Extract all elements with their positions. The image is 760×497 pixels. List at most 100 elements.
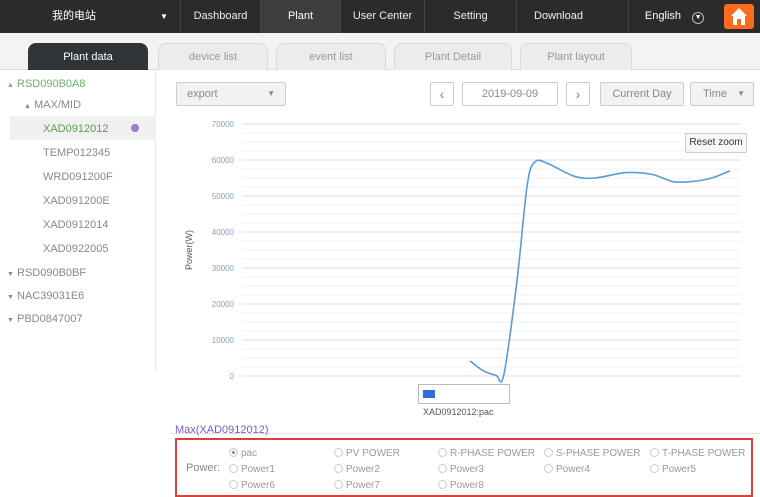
chevron-down-icon: ▼	[737, 89, 745, 98]
tree-device-xad0912012[interactable]: XAD0912012	[43, 123, 108, 135]
export-select[interactable]: export ▼	[176, 82, 286, 106]
prev-day-button[interactable]: ‹	[430, 82, 454, 106]
radio-circle	[438, 448, 447, 457]
menu-download[interactable]: Download	[516, 0, 600, 33]
power-label: Power:	[186, 462, 221, 474]
time-label: Time	[703, 88, 728, 100]
power-line-chart[interactable]: 0 10000 20000 30000 40000 50000 60000 70000 Powe…	[170, 112, 750, 412]
radio-r-phase-power[interactable]: R-PHASE POWER	[438, 448, 535, 459]
radio-label: Power7	[346, 480, 380, 491]
radio-circle	[334, 464, 343, 473]
selected-device-dot	[131, 124, 139, 132]
tree-group-max-mid[interactable]: ▲ MAX/MID	[24, 99, 81, 111]
radio-power3[interactable]: Power3	[438, 464, 484, 475]
radio-power7[interactable]: Power7	[334, 480, 380, 491]
language-label: English	[644, 10, 681, 22]
y-tick-label: 10000	[212, 336, 235, 345]
tree-device-temp012345[interactable]: TEMP012345	[43, 147, 110, 159]
tree-root-label: RSD090B0A8	[17, 78, 86, 90]
radio-label: Power5	[662, 464, 696, 475]
radio-circle	[334, 480, 343, 489]
radio-label: Power2	[346, 464, 380, 475]
radio-t-phase-power[interactable]: T-PHASE POWER	[650, 448, 745, 459]
radio-circle	[438, 480, 447, 489]
tree-device-wrd091200f[interactable]: WRD091200F	[43, 171, 113, 183]
radio-label: T-PHASE POWER	[662, 448, 746, 459]
radio-power8[interactable]: Power8	[438, 480, 484, 491]
tree-node-label: RSD090B0BF	[17, 267, 87, 279]
chevron-right-icon: ›	[575, 86, 581, 102]
current-day-button[interactable]: Current Day	[600, 82, 684, 106]
tree-root-rsd090b0a8[interactable]: ▲ RSD090B0A8	[7, 78, 86, 90]
radio-label: Power8	[450, 480, 484, 491]
chart-legend[interactable]: XAD0912012:pac	[418, 384, 510, 417]
tab-plant-data[interactable]: Plant data	[28, 43, 148, 70]
radio-label: Power6	[241, 480, 275, 491]
radio-label: Power1	[241, 464, 275, 475]
tab-event-list[interactable]: event list	[276, 43, 386, 70]
radio-power2[interactable]: Power2	[334, 464, 380, 475]
chevron-down-icon: ▼	[267, 89, 275, 98]
radio-label: R-PHASE POWER	[450, 448, 536, 459]
radio-circle	[229, 480, 238, 489]
radio-circle	[438, 464, 447, 473]
menu-plant[interactable]: Plant	[260, 0, 340, 33]
radio-label: Power4	[556, 464, 590, 475]
y-tick-label: 30000	[212, 264, 235, 273]
reset-zoom-button[interactable]: Reset zoom	[685, 133, 747, 153]
radio-label: pac	[241, 448, 258, 459]
tree-node-nac39031e6[interactable]: ▼ NAC39031E6	[7, 290, 84, 302]
y-tick-label: 70000	[212, 120, 235, 129]
radio-circle	[229, 448, 238, 457]
radio-pac[interactable]: pac	[229, 448, 257, 459]
date-input[interactable]: 2019-09-09	[462, 82, 558, 106]
radio-power1[interactable]: Power1	[229, 464, 275, 475]
radio-circle	[544, 448, 553, 457]
radio-circle	[229, 464, 238, 473]
tree-node-label: NAC39031E6	[17, 290, 85, 302]
radio-circle	[334, 448, 343, 457]
y-tick-label: 0	[230, 372, 235, 381]
chevron-down-icon: ▼	[692, 12, 705, 24]
radio-pv-power[interactable]: PV POWER	[334, 448, 400, 459]
y-tick-label: 60000	[212, 156, 235, 165]
language-selector[interactable]: English ▼	[628, 0, 720, 33]
tree-node-rsd090b0bf[interactable]: ▼ RSD090B0BF	[7, 267, 86, 279]
radio-power4[interactable]: Power4	[544, 464, 590, 475]
tree-device-xad0922005[interactable]: XAD0922005	[43, 243, 108, 255]
radio-label: S-PHASE POWER	[556, 448, 641, 459]
radio-label: PV POWER	[346, 448, 400, 459]
max-device-label: Max(XAD0912012)	[175, 424, 269, 436]
menu-user-center[interactable]: User Center	[340, 0, 424, 33]
site-title[interactable]: 我的电站	[0, 0, 148, 33]
y-axis-label: Power(W)	[184, 230, 194, 270]
y-tick-label: 50000	[212, 192, 235, 201]
tree-node-pbd0847007[interactable]: ▼ PBD0847007	[7, 313, 82, 325]
menu-setting[interactable]: Setting	[424, 0, 516, 33]
y-tick-label: 40000	[212, 228, 235, 237]
radio-label: Power3	[450, 464, 484, 475]
legend-swatch	[423, 390, 435, 398]
radio-power5[interactable]: Power5	[650, 464, 696, 475]
home-icon	[731, 8, 747, 25]
time-select[interactable]: Time ▼	[690, 82, 754, 106]
tree-device-xad091200e[interactable]: XAD091200E	[43, 195, 110, 207]
next-day-button[interactable]: ›	[566, 82, 590, 106]
radio-circle	[650, 448, 659, 457]
home-button[interactable]	[724, 4, 754, 29]
menu-dropdown-icon[interactable]: ▼	[148, 0, 180, 33]
radio-power6[interactable]: Power6	[229, 480, 275, 491]
tree-node-label: PBD0847007	[17, 313, 83, 325]
chevron-left-icon: ‹	[439, 86, 445, 102]
tree-group-label: MAX/MID	[34, 99, 82, 111]
radio-circle	[650, 464, 659, 473]
radio-circle	[544, 464, 553, 473]
tab-plant-layout[interactable]: Plant layout	[520, 43, 632, 70]
export-label: export	[187, 88, 218, 100]
tree-device-xad0912014[interactable]: XAD0912014	[43, 219, 108, 231]
menu-dashboard[interactable]: Dashboard	[180, 0, 260, 33]
tab-device-list[interactable]: device list	[158, 43, 268, 70]
y-tick-label: 20000	[212, 300, 235, 309]
radio-s-phase-power[interactable]: S-PHASE POWER	[544, 448, 640, 459]
tab-plant-detail[interactable]: Plant Detail	[394, 43, 512, 70]
